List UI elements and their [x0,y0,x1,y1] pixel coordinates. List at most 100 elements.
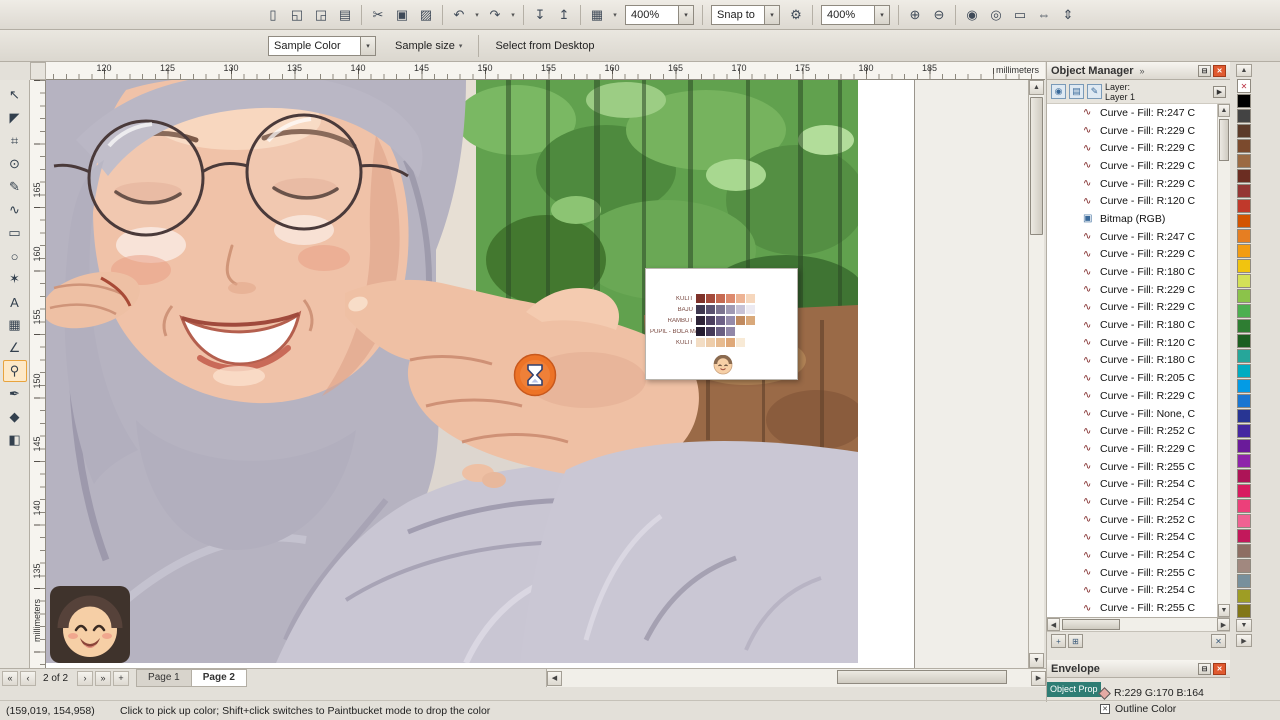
new-layer-button[interactable]: + [1051,634,1066,648]
rectangle-tool[interactable]: ▭ [3,222,27,244]
object-list-horizontal-scrollbar[interactable]: ◀ ▶ [1047,618,1230,632]
palette-swatch[interactable] [1237,454,1251,468]
object-manager-item[interactable]: ∿ Curve - Fill: R:252 C [1047,422,1217,440]
delete-layer-button[interactable]: ✕ [1211,634,1226,648]
zoom-all-objects-button[interactable]: ◎ [985,4,1007,26]
object-manager-item[interactable]: ∿ Curve - Fill: R:254 C [1047,582,1217,600]
layer-visibility-icon[interactable]: ◉ [1051,84,1066,99]
crop-tool[interactable]: ⌗ [3,130,27,152]
polygon-tool[interactable]: ✶ [3,268,27,290]
object-manager-title-bar[interactable]: Object Manager » ⊟ ✕ [1047,62,1230,80]
chevron-down-icon[interactable]: ▾ [874,5,889,24]
object-manager-item[interactable]: ∿ Curve - Fill: R:255 C [1047,599,1217,617]
palette-swatch[interactable] [1237,169,1251,183]
ruler-origin-corner[interactable] [30,62,46,80]
paste-button[interactable]: ▨ [415,4,437,26]
offpage-desktop-area[interactable] [914,80,1028,668]
palette-swatch[interactable] [1237,529,1251,543]
color-eyedropper-tool[interactable]: ⚲ [2,360,27,382]
select-from-desktop-button[interactable]: Select from Desktop [487,37,602,55]
scroll-right-button[interactable]: ▶ [1031,670,1046,686]
dimension-tool[interactable]: ∠ [3,337,27,359]
palette-scroll-down-button[interactable]: ▼ [1236,619,1252,632]
layer-flyout-button[interactable]: ▶ [1213,85,1226,98]
palette-swatch[interactable] [1237,424,1251,438]
palette-swatch[interactable] [1237,244,1251,258]
zoom-selected-button[interactable]: ◉ [961,4,983,26]
horizontal-scroll-thumb[interactable] [1062,619,1120,630]
layer-row[interactable]: ◉ ▤ ✎ Layer: Layer 1 ▶ [1047,80,1230,104]
redo-button[interactable]: ↷ [484,4,506,26]
canvas-area[interactable]: KULIT BAJU RAMBUT PUPIL - BOLA MATA KULIT [46,80,1028,668]
ellipse-tool[interactable]: ○ [3,245,27,267]
new-master-layer-button[interactable]: ⊞ [1068,634,1083,648]
palette-swatch[interactable] [1237,109,1251,123]
palette-swatch[interactable] [1237,184,1251,198]
next-page-button[interactable]: › [77,670,94,686]
palette-swatch[interactable] [1237,379,1251,393]
palette-swatch[interactable]: ✕ [1237,79,1251,93]
copy-button[interactable]: ▣ [391,4,413,26]
object-manager-item[interactable]: ∿ Curve - Fill: R:254 C [1047,546,1217,564]
vertical-scroll-thumb[interactable] [1030,97,1043,235]
palette-swatch[interactable] [1237,229,1251,243]
palette-swatch[interactable] [1237,214,1251,228]
cut-button[interactable]: ✂ [367,4,389,26]
palette-swatch[interactable] [1237,349,1251,363]
fill-tool[interactable]: ◆ [3,406,27,428]
palette-swatch[interactable] [1237,394,1251,408]
object-manager-item[interactable]: ∿ Curve - Fill: R:229 C [1047,139,1217,157]
palette-swatch[interactable] [1237,289,1251,303]
object-manager-item[interactable]: ∿ Curve - Fill: R:254 C [1047,529,1217,547]
object-list-scrollbar[interactable]: ▲ ▼ [1217,104,1230,617]
zoom-tool[interactable]: ⊙ [3,153,27,175]
scroll-left-button[interactable]: ◀ [1047,618,1060,631]
palette-swatch[interactable] [1237,544,1251,558]
last-page-button[interactable]: » [95,670,112,686]
previous-page-button[interactable]: ‹ [20,670,36,686]
horizontal-ruler[interactable]: millimeters 120 125 130 135 140 145 150 155 160 1… [46,62,1045,80]
object-manager-item[interactable]: ∿ Curve - Fill: R:254 C [1047,475,1217,493]
zoom-out-button[interactable]: ⊖ [928,4,950,26]
zoom-to-height-button[interactable]: ⇕ [1057,4,1079,26]
outline-pen-tool[interactable]: ✒ [3,383,27,405]
shape-tool[interactable]: ◤ [3,107,27,129]
object-manager-item[interactable]: ∿ Curve - Fill: None, C [1047,405,1217,423]
zoom-to-page-button[interactable]: ▭ [1009,4,1031,26]
object-manager-item[interactable]: ∿ Curve - Fill: R:255 C [1047,458,1217,476]
import-button[interactable]: ↧ [529,4,551,26]
scroll-right-button[interactable]: ▶ [1217,618,1230,631]
palette-swatch[interactable] [1237,604,1251,618]
save-document-button[interactable]: ◲ [310,4,332,26]
chevron-down-icon[interactable]: ▾ [472,4,482,26]
zoom-level-combo[interactable]: 400% ▾ [821,4,890,25]
export-button[interactable]: ↥ [553,4,575,26]
object-manager-item[interactable]: ∿ Curve - Fill: R:180 C [1047,263,1217,281]
docker-rollup-button[interactable]: ⊟ [1198,662,1211,675]
horizontal-scroll-thumb[interactable] [837,670,1007,684]
docker-close-button[interactable]: ✕ [1213,662,1226,675]
object-list-scroll-thumb[interactable] [1219,119,1229,161]
scroll-left-button[interactable]: ◀ [547,670,562,686]
zoom-levels-combo[interactable]: 400% ▾ [625,4,694,25]
zoom-to-width-button[interactable]: ⇔ [1033,4,1055,26]
docker-close-button[interactable]: ✕ [1213,64,1226,77]
object-manager-item[interactable]: ∿ Curve - Fill: R:229 C [1047,246,1217,264]
object-manager-item[interactable]: ∿ Curve - Fill: R:229 C [1047,387,1217,405]
scroll-down-button[interactable]: ▼ [1029,653,1044,668]
chevron-down-icon[interactable]: ▾ [508,4,518,26]
snap-to-combo[interactable]: Snap to ▾ [711,4,780,25]
palette-swatch[interactable] [1237,139,1251,153]
palette-swatch[interactable] [1237,589,1251,603]
palette-swatch[interactable] [1237,514,1251,528]
palette-swatch[interactable] [1237,484,1251,498]
palette-swatch[interactable] [1237,499,1251,513]
object-manager-item[interactable]: ∿ Curve - Fill: R:120 C [1047,192,1217,210]
canvas-horizontal-scrollbar[interactable]: ◀ ▶ [546,669,1046,687]
chevron-down-icon[interactable]: ▾ [360,36,375,55]
palette-swatch[interactable] [1237,319,1251,333]
object-manager-item[interactable]: ∿ Curve - Fill: R:229 C [1047,440,1217,458]
object-manager-item[interactable]: ∿ Curve - Fill: R:229 C [1047,175,1217,193]
undo-button[interactable]: ↶ [448,4,470,26]
palette-swatch[interactable] [1237,259,1251,273]
